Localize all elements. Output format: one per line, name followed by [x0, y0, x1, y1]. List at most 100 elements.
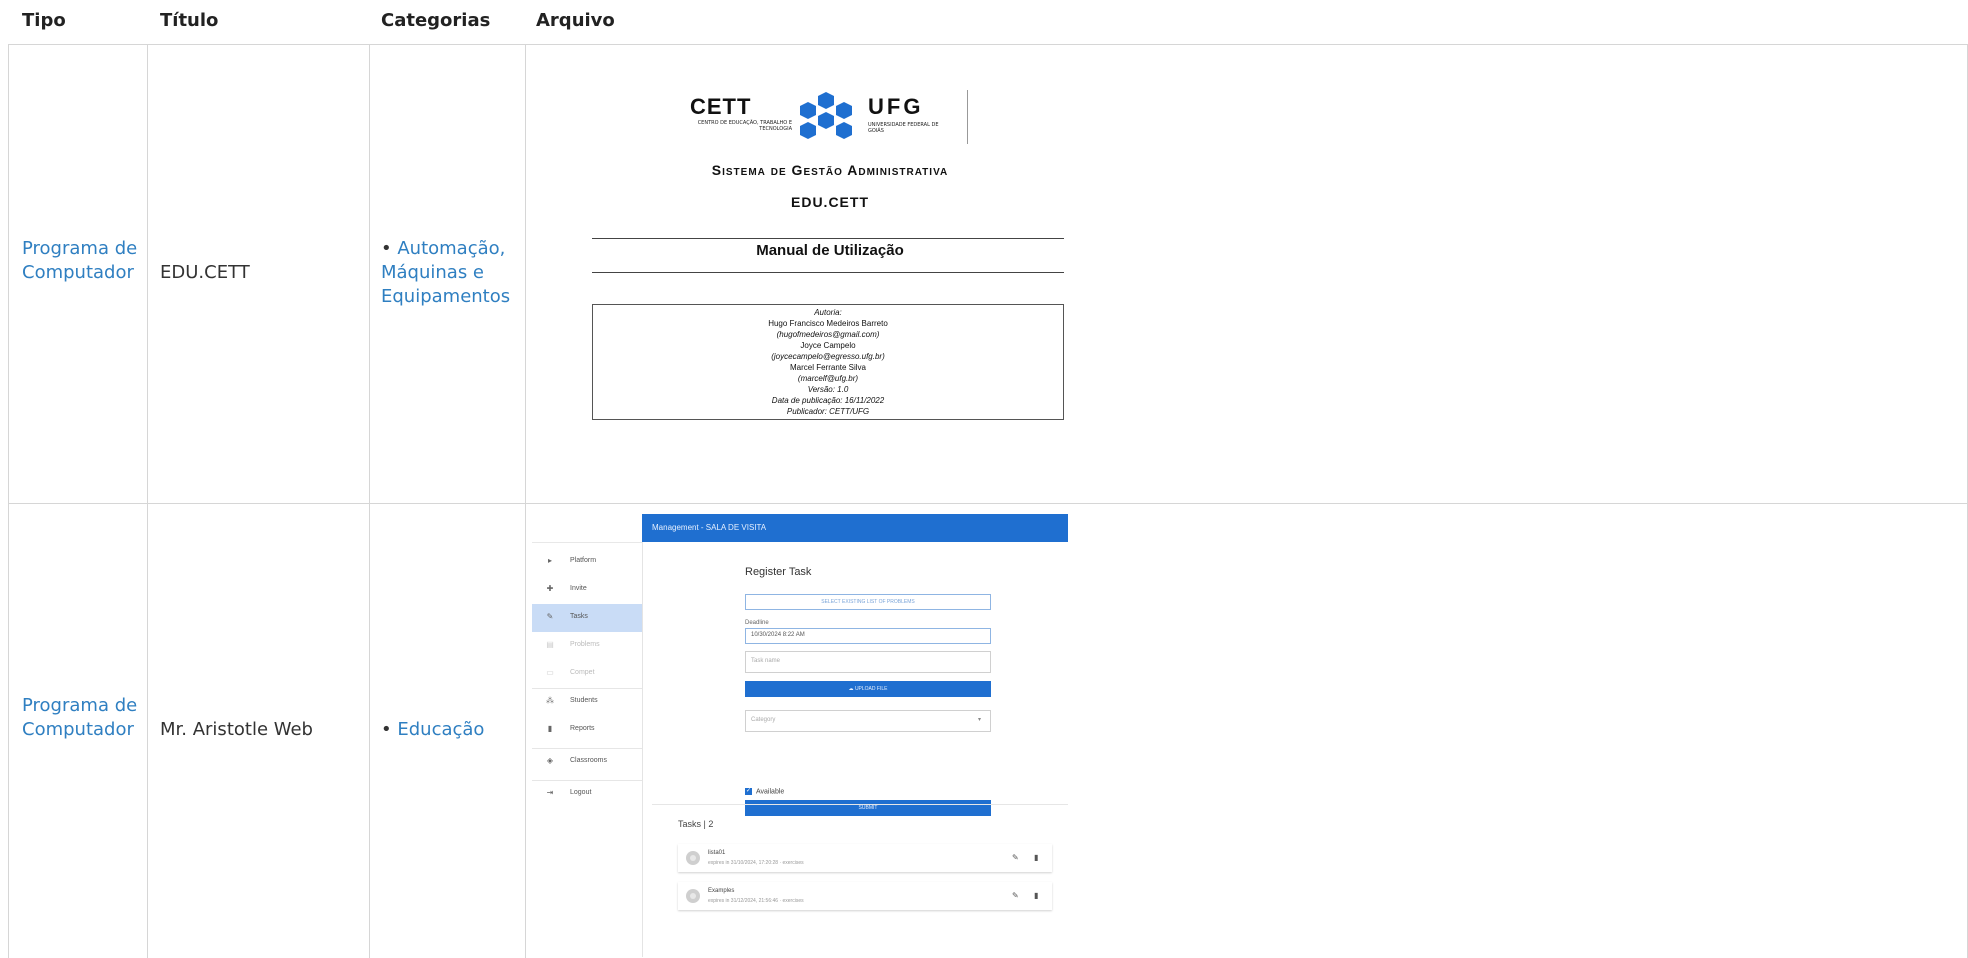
doc-version: Versão: 1.0 [807, 385, 849, 394]
classrooms-icon: ◈ [546, 756, 554, 765]
doc-rule [592, 272, 1064, 273]
doc-date: Data de publicação: 16/11/2022 [771, 396, 885, 405]
chevron-down-icon: ▾ [978, 717, 982, 723]
task-item: Examples expires in 31/12/2024, 21:56:46… [678, 882, 1052, 910]
doc-publisher: Publicador: CETT/UFG [786, 407, 870, 416]
table-row: Programa de Computador [22, 237, 142, 285]
category-link[interactable]: Educação [397, 719, 484, 740]
nav-item-compet: ▭ Compet [532, 660, 642, 688]
pencil-icon: ✎ [546, 612, 554, 621]
edit-icon: ✎ [1012, 891, 1019, 900]
nav-item-students: ⁂ Students [532, 688, 642, 716]
nav-label: Logout [570, 789, 592, 796]
logos: CETT CENTRO DE EDUCAÇÃO, TRABALHO E TECN… [690, 86, 970, 144]
deadline-value: 10/30/2024 8:22 AM [751, 632, 805, 638]
logo-separator [967, 90, 968, 144]
topbar-title: Management - SALA DE VISITA [652, 523, 767, 532]
nav-label: Classrooms [570, 757, 607, 764]
delete-icon: ▮ [1034, 891, 1039, 900]
category-bullet: • [381, 238, 392, 259]
compet-icon: ▭ [546, 668, 554, 677]
column-divider [525, 45, 526, 958]
nav-item-tasks: ✎ Tasks [532, 604, 642, 632]
deadline-input: 10/30/2024 8:22 AM [745, 628, 991, 644]
nav-label: Platform [570, 557, 597, 564]
tasks-title: Tasks | 2 [678, 819, 714, 829]
header-titulo: Título [160, 10, 219, 31]
row-title: EDU.CETT [160, 262, 250, 283]
platform-icon: ▸ [547, 556, 552, 565]
tasks-divider [652, 804, 1068, 805]
app-topbar: Management - SALA DE VISITA [642, 514, 1068, 542]
app-sidebar: ▸ Platform ✚ Invite ✎ Tasks ▤ Problems ▭ Comp… [532, 514, 643, 957]
nav-label: Tasks [570, 613, 588, 620]
select-existing-button: SELECT EXISTING LIST OF PROBLEMS [745, 594, 991, 610]
category-select: Category ▾ [745, 710, 991, 732]
nav-label: Students [570, 697, 598, 704]
authors-box: Autoria: Hugo Francisco Medeiros Barreto… [592, 304, 1064, 420]
category-placeholder: Category [751, 717, 776, 723]
task-name: lista01 [708, 850, 726, 856]
nav-item-invite: ✚ Invite [532, 576, 642, 604]
authors-label: Autoria: [814, 308, 842, 317]
check-icon: ✓ [745, 788, 752, 795]
task-name-input: Task name [745, 651, 991, 673]
header-arquivo: Arquivo [536, 10, 615, 31]
logout-icon: ⇥ [546, 788, 554, 797]
nav-item-platform: ▸ Platform [532, 548, 642, 576]
available-label: Available [756, 788, 785, 796]
table-header: Tipo Título Categorias Arquivo [0, 0, 1968, 44]
author-line: Marcel Ferrante Silva [789, 363, 867, 372]
reports-icon: ▮ [547, 724, 553, 733]
nav-item-problems: ▤ Problems [532, 632, 642, 660]
upload-file-button: ☁ UPLOAD FILE [745, 681, 991, 697]
author-line: Hugo Francisco Medeiros Barreto [768, 319, 888, 328]
submit-button: SUBMIT [745, 800, 991, 816]
students-icon: ⁂ [546, 696, 554, 705]
invite-icon: ✚ [546, 584, 554, 593]
nav-item-classrooms: ◈ Classrooms [532, 748, 642, 776]
author-line: Joyce Campelo [800, 341, 856, 350]
edit-icon: ✎ [1012, 853, 1019, 862]
column-divider [147, 45, 148, 958]
doc-manual-heading: Manual de Utilização [756, 242, 904, 259]
task-avatar-icon [686, 889, 700, 903]
row-divider [8, 503, 1968, 504]
tipo-link[interactable]: Programa de Computador [22, 237, 142, 285]
upload-label: UPLOAD FILE [854, 686, 888, 692]
task-avatar-icon [686, 851, 700, 865]
doc-rule [592, 238, 1064, 239]
task-meta: expires in 31/12/2024, 21:56:46 · exerci… [708, 898, 804, 904]
task-name-placeholder: Task name [751, 658, 781, 664]
column-divider [369, 45, 370, 958]
table-row: Programa de Computador [22, 694, 142, 742]
author-line: (marcelf@ufg.br) [797, 374, 859, 383]
task-name: Examples [708, 888, 735, 894]
category-link[interactable]: Automação, Máquinas e Equipamentos [381, 238, 510, 307]
available-checkbox: ✓ Available [745, 788, 784, 795]
table-border-left [8, 45, 9, 958]
cett-hexagon-icon [800, 92, 852, 139]
nav-label: Reports [570, 725, 595, 732]
file-preview-document[interactable]: CETT CENTRO DE EDUCAÇÃO, TRABALHO E TECN… [580, 82, 1080, 437]
task-meta: expires in 31/10/2024, 17:20:28 · exerci… [708, 860, 804, 866]
sidebar-header [532, 514, 642, 543]
ufg-logo: UFG [868, 94, 924, 119]
doc-title: Sistema de Gestão Administrativa [711, 162, 949, 178]
header-tipo: Tipo [22, 10, 66, 31]
ufg-subtitle: UNIVERSIDADE FEDERAL DE GOIÁS [868, 122, 939, 134]
tipo-link[interactable]: Programa de Computador [22, 694, 142, 742]
row-title: Mr. Aristotle Web [160, 719, 313, 740]
author-line: (hugofmedeiros@gmail.com) [776, 330, 880, 339]
doc-subtitle: EDU.CETT [791, 194, 869, 210]
category-bullet: • [381, 719, 392, 740]
nav-item-reports: ▮ Reports [532, 716, 642, 744]
file-preview-app[interactable]: ▸ Platform ✚ Invite ✎ Tasks ▤ Problems ▭ Comp… [532, 514, 1068, 957]
nav-label: Compet [570, 669, 595, 676]
nav-label: Problems [570, 641, 600, 648]
cett-logo: CETT [690, 94, 752, 119]
problems-icon: ▤ [546, 640, 554, 649]
form-title: Register Task [745, 566, 812, 578]
row-category: • Educação [381, 718, 531, 742]
cett-subtitle: CENTRO DE EDUCAÇÃO, TRABALHO E TECNOLOGI… [697, 120, 792, 132]
